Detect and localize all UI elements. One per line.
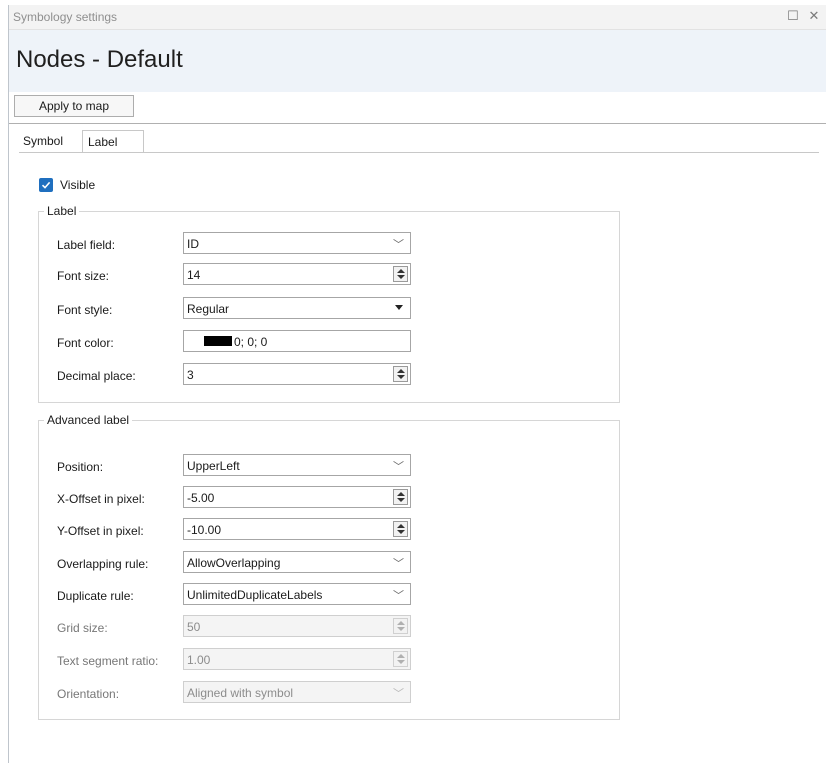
y-offset-stepper[interactable]: -10.00 [183, 518, 411, 540]
toolbar-divider [9, 123, 826, 124]
tab-label[interactable]: Label [82, 130, 144, 153]
orientation-dropdown[interactable]: Aligned with symbol ﹀ [183, 681, 411, 703]
font-size-value: 14 [187, 268, 201, 282]
page-title: Nodes - Default [16, 46, 183, 73]
orientation-value: Aligned with symbol [187, 686, 294, 700]
decimal-place-value: 3 [187, 368, 194, 382]
overlapping-rule-dropdown[interactable]: AllowOverlapping ﹀ [183, 551, 411, 573]
panel-header: Nodes - Default [9, 30, 826, 92]
y-offset-value: -10.00 [187, 523, 222, 537]
chevron-down-icon: ﹀ [393, 461, 404, 473]
color-swatch [204, 336, 232, 346]
chevron-down-icon: ﹀ [393, 558, 404, 570]
grid-size-stepper[interactable]: 50 [183, 615, 411, 637]
font-style-dropdown[interactable]: Regular [183, 297, 411, 319]
apply-to-map-button[interactable]: Apply to map [14, 95, 134, 117]
chevron-down-icon: ﹀ [393, 688, 404, 700]
advanced-group-legend: Advanced label [47, 413, 130, 427]
duplicate-rule-value: UnlimitedDuplicateLabels [187, 588, 323, 602]
font-size-stepper[interactable]: 14 [183, 263, 411, 285]
text-segment-ratio-value: 1.00 [187, 653, 211, 667]
grid-size-value: 50 [187, 620, 201, 634]
chevron-down-icon: ﹀ [393, 590, 404, 602]
font-color-label: Font color: [57, 336, 114, 350]
duplicate-rule-dropdown[interactable]: UnlimitedDuplicateLabels ﹀ [183, 583, 411, 605]
duplicate-rule-label: Duplicate rule: [57, 589, 134, 603]
x-offset-value: -5.00 [187, 491, 215, 505]
dropdown-arrow-icon [395, 305, 403, 310]
spin-buttons-icon[interactable] [393, 521, 408, 537]
label-field-dropdown[interactable]: ID ﹀ [183, 232, 411, 254]
overlapping-rule-value: AllowOverlapping [187, 556, 281, 570]
spin-buttons-icon[interactable] [393, 618, 408, 634]
y-offset-label: Y-Offset in pixel: [57, 524, 144, 538]
checkmark-icon [41, 181, 51, 189]
font-color-value: 0; 0; 0 [234, 335, 268, 349]
x-offset-label: X-Offset in pixel: [57, 492, 145, 506]
decimal-place-stepper[interactable]: 3 [183, 363, 411, 385]
position-value: UpperLeft [187, 459, 240, 473]
label-field-label: Label field: [57, 238, 116, 252]
chevron-down-icon: ﹀ [393, 239, 404, 251]
decimal-place-label: Decimal place: [57, 369, 136, 383]
font-color-picker[interactable]: 0; 0; 0 [183, 330, 411, 352]
close-icon[interactable]: ✕ [806, 8, 822, 24]
window-title: Symbology settings [13, 10, 118, 24]
window-titlebar: Symbology settings ☐ ✕ [9, 5, 826, 30]
overlapping-rule-label: Overlapping rule: [57, 557, 149, 571]
restore-icon[interactable]: ☐ [785, 8, 801, 24]
spin-buttons-icon[interactable] [393, 366, 408, 382]
tab-divider [19, 152, 819, 153]
text-segment-ratio-stepper[interactable]: 1.00 [183, 648, 411, 670]
font-size-label: Font size: [57, 269, 110, 283]
symbology-settings-panel: Symbology settings ☐ ✕ Nodes - Default A… [8, 5, 826, 763]
grid-size-label: Grid size: [57, 621, 108, 635]
label-group-legend: Label [47, 204, 77, 218]
position-label: Position: [57, 460, 104, 474]
orientation-label: Orientation: [57, 687, 120, 701]
position-dropdown[interactable]: UpperLeft ﹀ [183, 454, 411, 476]
tab-symbol[interactable]: Symbol [19, 130, 73, 152]
font-style-value: Regular [187, 302, 230, 316]
x-offset-stepper[interactable]: -5.00 [183, 486, 411, 508]
spin-buttons-icon[interactable] [393, 651, 408, 667]
spin-buttons-icon[interactable] [393, 489, 408, 505]
spin-buttons-icon[interactable] [393, 266, 408, 282]
label-field-value: ID [187, 237, 199, 251]
text-segment-ratio-label: Text segment ratio: [57, 654, 159, 668]
font-style-label: Font style: [57, 303, 113, 317]
visible-checkbox[interactable] [39, 178, 53, 192]
visible-label: Visible [60, 178, 96, 192]
